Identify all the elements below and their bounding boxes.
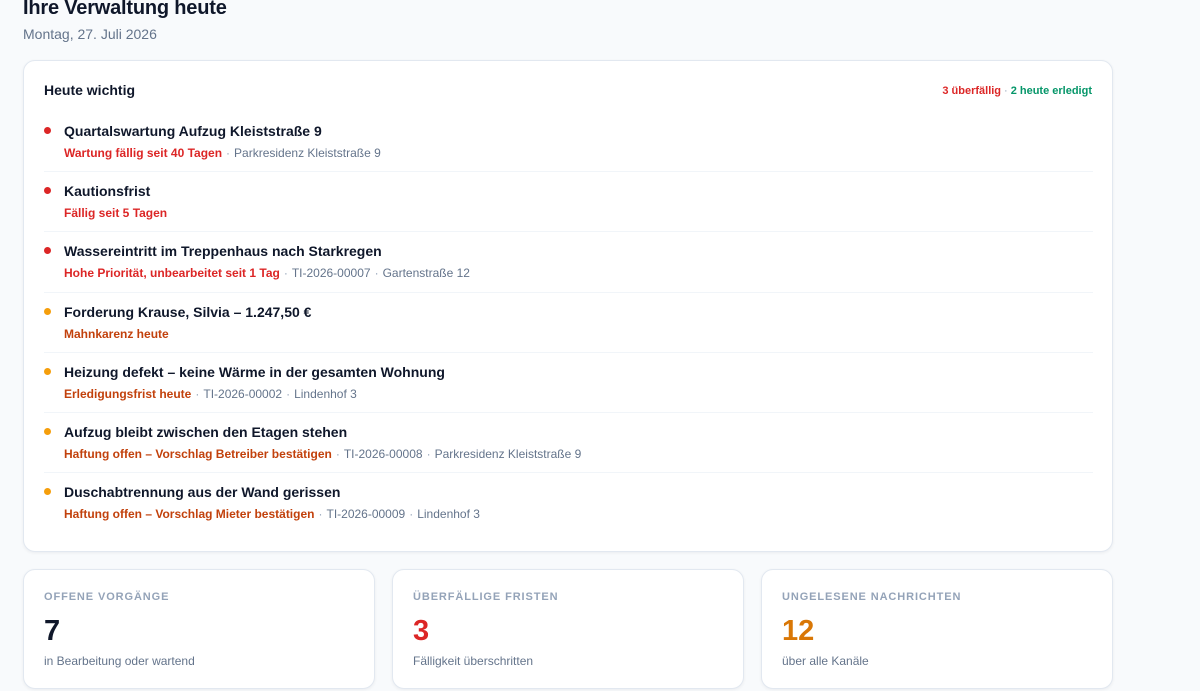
meta-separator: · xyxy=(374,266,379,281)
today-summary: 3 überfällig · 2 heute erledigt xyxy=(942,85,1092,97)
summary-done[interactable]: 2 heute erledigt xyxy=(1011,85,1092,97)
due-today-indicator-dot xyxy=(44,488,51,496)
stat-label: Offene Vorgänge xyxy=(44,591,170,603)
stat-value: 7 xyxy=(44,615,61,647)
meta-separator: · xyxy=(318,507,323,522)
due-today-indicator-dot xyxy=(44,427,51,435)
page-date: Montag, 27. Juli 2026 xyxy=(23,26,157,42)
task-meta: Erledigungsfrist heute · TI-2026-00002 · Lin… xyxy=(64,387,357,401)
meta-separator: · xyxy=(195,386,200,401)
today-important-card: Heute wichtig 3 überfällig · 2 heute erled… xyxy=(23,60,1113,552)
task-title[interactable]: Heizung defekt – keine Wärme in der gesa… xyxy=(64,364,445,380)
page-title: Ihre Verwaltung heute xyxy=(23,0,227,19)
meta-separator: · xyxy=(283,266,288,281)
stat-card-unread-messages[interactable]: Ungelesene Nachrichten 12 über alle Kanä… xyxy=(761,569,1113,689)
overdue-indicator-dot xyxy=(44,127,51,134)
task-status: Hohe Priorität, unbearbeitet seit 1 Tag xyxy=(64,266,280,281)
card-title: Heute wichtig xyxy=(44,82,136,98)
summary-separator: · xyxy=(1004,85,1008,97)
task-item[interactable]: Kautionsfrist Fällig seit 5 Tagen xyxy=(44,172,1093,233)
property-name: Parkresidenz Kleiststraße 9 xyxy=(434,446,582,461)
meta-separator: · xyxy=(226,146,231,160)
task-meta: Wartung fällig seit 40 Tagen · Parkresiden… xyxy=(64,146,381,160)
meta-separator: · xyxy=(335,446,340,461)
meta-separator: · xyxy=(286,386,291,401)
stat-subtitle: in Bearbeitung oder wartend xyxy=(44,654,195,668)
task-title[interactable]: Wassereintritt im Treppenhaus nach Stark… xyxy=(64,243,382,259)
stat-subtitle: über alle Kanäle xyxy=(782,654,869,668)
task-title[interactable]: Forderung Krause, Silvia – 1.247,50 € xyxy=(64,304,311,320)
task-item[interactable]: Aufzug bleibt zwischen den Etagen stehen… xyxy=(44,413,1093,474)
stat-value: 3 xyxy=(413,615,430,647)
task-item[interactable]: Heizung defekt – keine Wärme in der gesa… xyxy=(44,353,1093,413)
stat-value: 12 xyxy=(782,615,815,647)
property-name: Lindenhof 3 xyxy=(417,507,480,522)
task-meta: Hohe Priorität, unbearbeitet seit 1 Tag ·… xyxy=(64,266,470,280)
task-item[interactable]: Duschabtrennung aus der Wand gerissen Haf… xyxy=(44,473,1093,533)
stat-card-open-cases[interactable]: Offene Vorgänge 7 in Bearbeitung oder wa… xyxy=(23,569,375,689)
task-title[interactable]: Quartalswartung Aufzug Kleiststraße 9 xyxy=(64,123,322,139)
task-meta: Fällig seit 5 Tagen xyxy=(64,206,167,220)
ticket-id: TI-2026-00009 xyxy=(326,507,406,522)
task-status: Fällig seit 5 Tagen xyxy=(64,206,168,221)
task-title[interactable]: Aufzug bleibt zwischen den Etagen stehen xyxy=(64,424,347,440)
property-name: Lindenhof 3 xyxy=(294,386,357,401)
stat-card-overdue-deadlines[interactable]: Überfällige Fristen 3 Fälligkeit übersch… xyxy=(392,569,744,689)
property-name: Gartenstraße 12 xyxy=(382,266,470,281)
stat-label: Überfällige Fristen xyxy=(413,591,559,603)
task-status: Haftung offen – Vorschlag Betreiber best… xyxy=(64,446,332,461)
task-item[interactable]: Wassereintritt im Treppenhaus nach Stark… xyxy=(44,232,1093,293)
due-today-indicator-dot xyxy=(44,367,51,375)
task-status: Mahnkarenz heute xyxy=(64,326,169,341)
task-item[interactable]: Forderung Krause, Silvia – 1.247,50 € Mah… xyxy=(44,293,1093,353)
task-title[interactable]: Duschabtrennung aus der Wand gerissen xyxy=(64,484,340,500)
overdue-indicator-dot xyxy=(44,187,51,195)
task-meta: Haftung offen – Vorschlag Mieter bestäti… xyxy=(64,507,480,521)
task-meta: Mahnkarenz heute xyxy=(64,327,169,341)
stat-label: Ungelesene Nachrichten xyxy=(782,591,962,603)
task-meta: Haftung offen – Vorschlag Betreiber best… xyxy=(64,447,581,461)
overdue-indicator-dot xyxy=(44,247,51,255)
task-status: Erledigungsfrist heute xyxy=(64,386,192,401)
task-status: Haftung offen – Vorschlag Mieter bestäti… xyxy=(64,507,315,522)
dashboard-page: Ihre Verwaltung heute Montag, 27. Juli 2… xyxy=(0,0,1200,691)
due-today-indicator-dot xyxy=(44,307,51,315)
ticket-id: TI-2026-00002 xyxy=(203,386,283,401)
task-list: Quartalswartung Aufzug Kleiststraße 9 War… xyxy=(44,112,1093,533)
task-item[interactable]: Quartalswartung Aufzug Kleiststraße 9 War… xyxy=(44,112,1093,173)
summary-overdue[interactable]: 3 überfällig xyxy=(942,85,1001,97)
meta-separator: · xyxy=(409,507,414,522)
meta-separator: · xyxy=(426,446,431,461)
task-status: Wartung fällig seit 40 Tagen xyxy=(64,146,223,160)
ticket-id: TI-2026-00008 xyxy=(343,446,423,461)
stat-subtitle: Fälligkeit überschritten xyxy=(413,654,534,668)
ticket-id: TI-2026-00007 xyxy=(291,266,371,281)
task-title[interactable]: Kautionsfrist xyxy=(64,183,150,199)
property-name: Parkresidenz Kleiststraße 9 xyxy=(234,146,381,160)
